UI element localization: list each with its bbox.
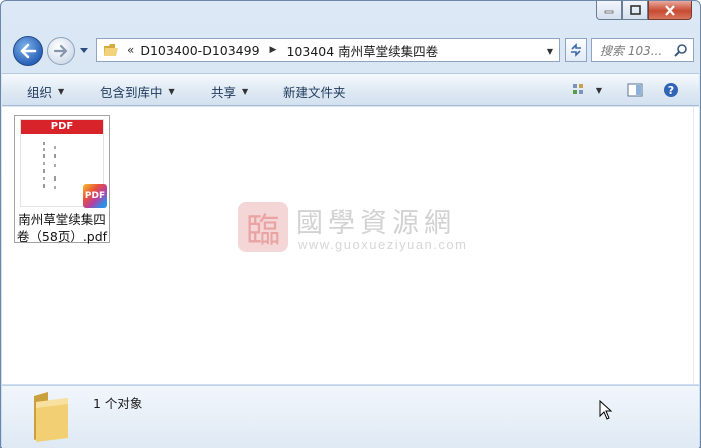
maximize-icon [629, 5, 641, 15]
minimize-icon [604, 10, 614, 14]
address-overflow[interactable]: « [127, 43, 134, 57]
back-button[interactable] [13, 36, 43, 66]
watermark-seal-logo: 臨 [238, 202, 288, 252]
details-pane: 1 个对象 [2, 385, 699, 448]
share-label: 共享 [211, 85, 237, 100]
new-folder-button[interactable]: 新建文件夹 [283, 82, 346, 101]
recent-pages-dropdown[interactable] [79, 46, 89, 56]
svg-text:?: ? [668, 84, 674, 97]
breadcrumb-current[interactable]: 103404 南州草堂续集四卷 [286, 41, 438, 60]
folder-icon [34, 392, 68, 442]
chevron-down-icon: ▼ [168, 87, 175, 96]
refresh-button[interactable] [565, 38, 587, 62]
include-in-library-label: 包含到库中 [100, 85, 163, 100]
organize-menu[interactable]: 组织 ▼ [27, 82, 64, 101]
help-icon: ? [664, 83, 678, 97]
item-count: 1 个对象 [93, 396, 143, 411]
address-dropdown[interactable]: ▼ [547, 47, 553, 56]
preview-pane-button[interactable] [626, 81, 644, 99]
watermark-title: 國學資源網 [296, 208, 456, 239]
watermark-url: www.guoxueziyuan.com [298, 237, 468, 252]
command-bar: 组织 ▼ 包含到库中 ▼ 共享 ▼ 新建文件夹 ▼ ? [2, 73, 699, 106]
watermark: 臨 國學資源網 www.guoxueziyuan.com [238, 199, 498, 259]
search-placeholder[interactable]: 搜索 103... [600, 42, 674, 59]
organize-label: 组织 [27, 85, 53, 100]
search-box[interactable]: 搜索 103... [591, 38, 694, 62]
chevron-down-icon: ▼ [242, 87, 249, 96]
change-view-button[interactable]: ▼ [569, 81, 605, 99]
pdf-thumbnail-header: PDF [21, 120, 103, 134]
refresh-icon [571, 43, 581, 57]
explorer-window: « D103400-D103499 ▶ 103404 南州草堂续集四卷 ▼ 搜索… [0, 0, 701, 448]
include-in-library-menu[interactable]: 包含到库中 ▼ [100, 82, 175, 101]
pdf-badge-icon: PDF [83, 184, 107, 208]
breadcrumb-parent[interactable]: D103400-D103499 [140, 43, 259, 58]
maximize-button[interactable] [622, 1, 648, 20]
help-button[interactable]: ? [662, 81, 680, 99]
search-icon[interactable] [674, 43, 688, 57]
chevron-down-icon [80, 48, 88, 53]
pdf-thumbnail: PDF PDF [20, 119, 107, 208]
file-item-pdf[interactable]: PDF PDF 南州草堂续集四卷（58页）.pdf [14, 115, 110, 245]
forward-arrow-icon [53, 44, 68, 58]
folder-icon [104, 44, 118, 56]
file-name[interactable]: 南州草堂续集四卷（58页）.pdf [15, 211, 109, 245]
file-list-pane[interactable]: PDF PDF 南州草堂续集四卷（58页）.pdf 臨 國學資源網 www.gu… [2, 107, 699, 384]
address-bar[interactable]: « D103400-D103499 ▶ 103404 南州草堂续集四卷 ▼ [96, 38, 560, 62]
caption-buttons [596, 1, 692, 20]
close-button[interactable] [648, 1, 692, 20]
view-options-icon [572, 84, 583, 94]
breadcrumb-arrow[interactable]: ▶ [270, 45, 277, 55]
chevron-down-icon: ▼ [595, 85, 603, 95]
new-folder-label: 新建文件夹 [283, 85, 346, 100]
back-arrow-icon [20, 43, 37, 59]
navigation-bar: « D103400-D103499 ▶ 103404 南州草堂续集四卷 ▼ 搜索… [9, 34, 694, 68]
forward-button[interactable] [47, 37, 75, 65]
content-divider [693, 107, 694, 384]
share-menu[interactable]: 共享 ▼ [211, 82, 248, 101]
minimize-button[interactable] [596, 1, 622, 20]
chevron-down-icon: ▼ [58, 87, 65, 96]
mouse-cursor-icon [599, 400, 613, 420]
close-icon [665, 4, 675, 16]
preview-pane-icon [627, 83, 643, 97]
